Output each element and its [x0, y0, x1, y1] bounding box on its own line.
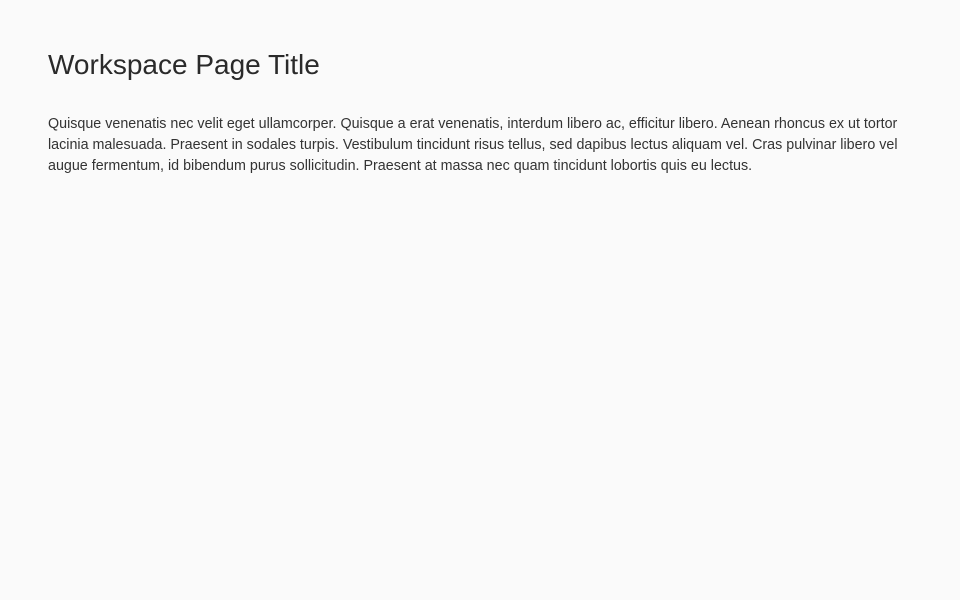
page-paragraph: Quisque venenatis nec velit eget ullamco…: [48, 116, 898, 174]
page-title: Workspace Page Title: [48, 49, 320, 80]
workspace-page: Workspace Page Title Quisque venenatis n…: [0, 0, 960, 600]
